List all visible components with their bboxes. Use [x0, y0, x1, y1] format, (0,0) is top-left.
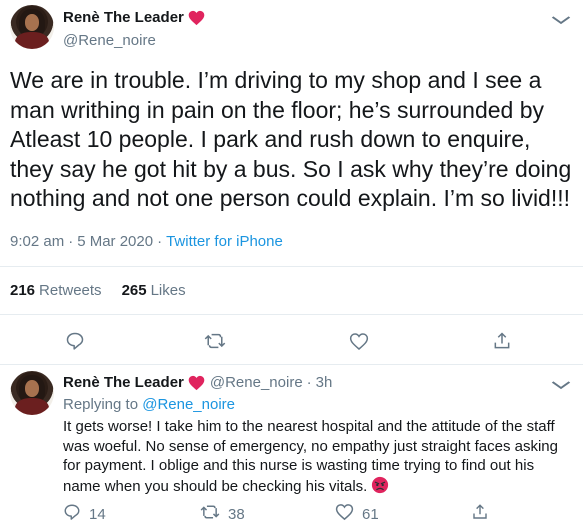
tweet-meta: 9:02 am · 5 Mar 2020 · Twitter for iPhon…	[10, 233, 283, 250]
reply-text: It gets worse! I take him to the nearest…	[63, 417, 568, 496]
retweet-icon	[200, 503, 220, 525]
display-name[interactable]: Renè The Leader	[63, 374, 184, 391]
reply-button[interactable]: 14	[63, 503, 106, 525]
tweet-client-link[interactable]: Twitter for iPhone	[166, 233, 283, 250]
reply-icon[interactable]	[64, 330, 86, 352]
tweet-stats: 216 Retweets 265 Likes	[10, 282, 186, 299]
header-separator: ·	[306, 374, 312, 391]
retweet-button[interactable]: 38	[200, 503, 245, 525]
likes-stat[interactable]: 265 Likes	[122, 282, 186, 299]
retweets-stat[interactable]: 216 Retweets	[10, 282, 102, 299]
divider	[0, 266, 583, 267]
reply-count: 14	[89, 505, 106, 523]
reply-tweet[interactable]: Renè The Leader @Rene_noire · 3h Replyin…	[0, 365, 583, 529]
chevron-down-icon[interactable]	[551, 12, 571, 28]
meta-separator: ·	[157, 233, 163, 250]
main-tweet: Renè The Leader @Rene_noire We are in tr…	[0, 0, 583, 365]
likes-label: Likes	[150, 282, 186, 299]
replying-to: Replying to @Rene_noire	[63, 396, 235, 413]
author-handle[interactable]: @Rene_noire	[210, 374, 303, 391]
share-icon	[471, 503, 489, 525]
angry-face-emoji-icon	[371, 476, 389, 494]
replying-prefix: Replying to	[63, 396, 139, 413]
tweet-text: We are in trouble. I’m driving to my sho…	[10, 67, 572, 211]
reply-icon	[63, 503, 81, 525]
avatar[interactable]	[10, 371, 54, 415]
replying-to-mention[interactable]: @Rene_noire	[142, 396, 235, 413]
reply-time[interactable]: 3h	[316, 374, 333, 391]
avatar[interactable]	[10, 5, 54, 49]
share-button[interactable]	[471, 503, 489, 525]
share-icon[interactable]	[491, 330, 513, 352]
like-button[interactable]: 61	[335, 503, 379, 525]
likes-count: 265	[121, 282, 147, 299]
red-heart-emoji-icon	[188, 10, 206, 26]
reply-action-bar: 14 38 61	[63, 503, 503, 523]
chevron-down-icon[interactable]	[551, 377, 571, 393]
author-name-row[interactable]: Renè The Leader	[63, 9, 206, 26]
meta-separator: ·	[68, 233, 74, 250]
retweet-icon[interactable]	[204, 330, 226, 352]
retweet-count: 38	[228, 505, 245, 523]
like-icon	[335, 503, 354, 525]
tweet-date[interactable]: 5 Mar 2020	[77, 233, 153, 250]
divider	[0, 314, 583, 315]
display-name[interactable]: Renè The Leader	[63, 9, 184, 26]
retweets-label: Retweets	[39, 282, 102, 299]
reply-text-body: It gets worse! I take him to the nearest…	[63, 418, 558, 495]
tweet-time[interactable]: 9:02 am	[10, 233, 64, 250]
author-handle[interactable]: @Rene_noire	[63, 32, 156, 49]
reply-header: Renè The Leader @Rene_noire · 3h	[63, 374, 332, 391]
like-icon[interactable]	[348, 330, 370, 352]
red-heart-emoji-icon	[188, 375, 206, 391]
retweets-count: 216	[10, 282, 36, 299]
like-count: 61	[362, 505, 379, 523]
